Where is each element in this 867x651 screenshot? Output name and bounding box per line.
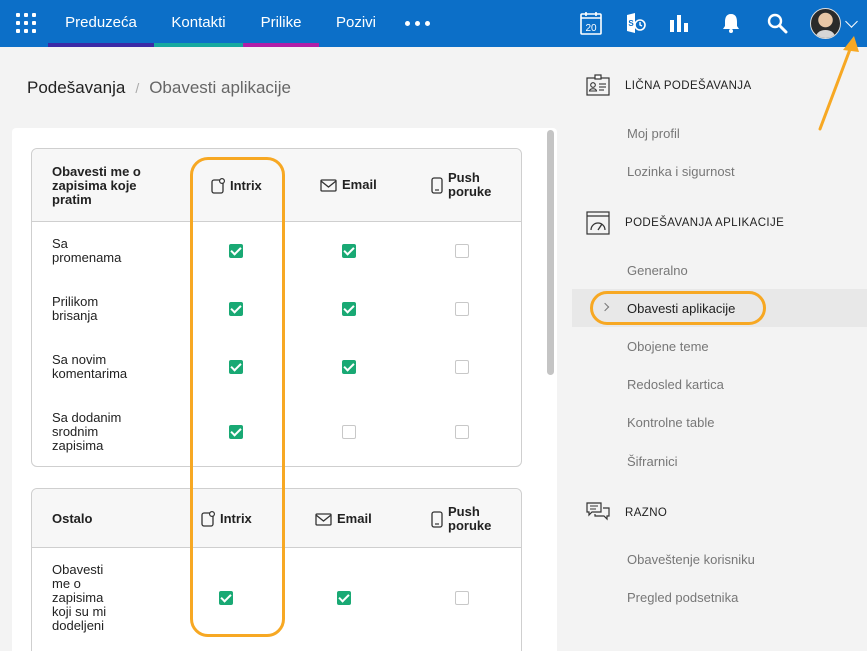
checkbox-sa-dodanim-srodnim-zapisima-intrix[interactable]	[229, 425, 243, 439]
sidebar-item-redosled-kartica[interactable]: Redosled kartica	[627, 377, 724, 392]
column-label: Email	[342, 177, 377, 192]
checkbox-sa-dodanim-srodnim-zapisima-push[interactable]	[455, 425, 469, 439]
sidebar-item-lozinka[interactable]: Lozinka i sigurnost	[627, 164, 735, 179]
mail-icon	[320, 178, 337, 192]
checkbox-sa-novim-komentarima-email[interactable]	[342, 360, 356, 374]
breadcrumb-current: Obavesti aplikacije	[149, 78, 291, 97]
section-podesavanja-aplikacije: PODEŠAVANJA APLIKACIJE	[586, 211, 784, 235]
column-label: Push poruke	[448, 504, 492, 533]
tab-indicator	[243, 43, 319, 47]
notification-table-followed: Obavesti me o zapisima koje pratim Intri…	[31, 148, 522, 467]
avatar[interactable]	[810, 8, 841, 39]
column-email: Email	[315, 512, 372, 526]
id-card-icon	[586, 74, 610, 96]
sidebar-item-obavesti-aplikacije[interactable]: Obavesti aplikacije	[627, 301, 735, 316]
tab-indicator	[154, 43, 243, 47]
chevron-down-icon[interactable]	[845, 15, 858, 28]
mobile-icon	[431, 176, 443, 194]
table-header: Ostalo Intrix Email Push poruke	[32, 489, 521, 548]
checkbox-prilikom-brisanja-email[interactable]	[342, 302, 356, 316]
intrix-icon	[211, 178, 225, 194]
column-push: Push poruke	[431, 171, 498, 199]
column-intrix: Intrix	[201, 511, 252, 527]
section-title: LIČNA PODEŠAVANJA	[625, 80, 752, 92]
apps-grid-icon[interactable]	[16, 13, 36, 33]
svg-text:S: S	[628, 19, 634, 28]
checkbox-sa-promenama-push[interactable]	[455, 244, 469, 258]
tab-prilike[interactable]: Prilike	[243, 0, 319, 47]
chat-bubbles-icon	[586, 502, 610, 521]
tab-label: Pozivi	[335, 14, 376, 31]
checkbox-prilikom-brisanja-push[interactable]	[455, 302, 469, 316]
tab-pozivi[interactable]: Pozivi	[319, 0, 393, 47]
checkbox-dodeljeni-push[interactable]	[455, 591, 469, 605]
row-label: Obavesti me o zapisima koji su mi dodelj…	[52, 562, 107, 633]
gauge-window-icon	[586, 211, 610, 235]
tab-preduzeca[interactable]: Preduzeća	[48, 0, 154, 47]
mail-icon	[315, 512, 332, 526]
checkbox-dodeljeni-intrix[interactable]	[219, 591, 233, 605]
scrollbar-thumb[interactable]	[547, 130, 554, 375]
tab-indicator	[48, 43, 154, 47]
column-label: Push poruke	[448, 170, 492, 199]
tab-kontakti[interactable]: Kontakti	[154, 0, 243, 47]
checkbox-sa-promenama-intrix[interactable]	[229, 244, 243, 258]
sidebar-item-pregled-podsetnika[interactable]: Pregled podsetnika	[627, 590, 738, 605]
breadcrumb-separator: /	[135, 80, 140, 96]
intrix-icon	[201, 511, 215, 527]
column-intrix: Intrix	[211, 178, 262, 194]
sidebar-item-kontrolne-table[interactable]: Kontrolne table	[627, 415, 714, 430]
breadcrumb: Podešavanja / Obavesti aplikacije	[27, 78, 291, 98]
sidebar-item-obojene-teme[interactable]: Obojene teme	[627, 339, 709, 354]
column-label: Email	[337, 511, 372, 526]
notification-table-other: Ostalo Intrix Email Push poruke Obavesti…	[31, 488, 522, 651]
table-title: Obavesti me o zapisima koje pratim	[52, 164, 141, 207]
row-label: Sa promenama	[52, 236, 122, 265]
sidebar-item-obavestenje-korisniku[interactable]: Obaveštenje korisniku	[627, 552, 755, 567]
top-navigation-bar: Preduzeća Kontakti Prilike Pozivi 20 S	[0, 0, 867, 47]
checkbox-sa-dodanim-srodnim-zapisima-email[interactable]	[342, 425, 356, 439]
phone-history-icon[interactable]: S	[624, 12, 646, 34]
search-icon[interactable]	[766, 12, 788, 34]
row-label: Sa novim komentarima	[52, 352, 128, 381]
section-title: PODEŠAVANJA APLIKACIJE	[625, 217, 785, 229]
sidebar-item-sifrarnici[interactable]: Šifrarnici	[627, 454, 678, 469]
checkbox-prilikom-brisanja-intrix[interactable]	[229, 302, 243, 316]
row-label: Sa dodanim srodnim zapisima	[52, 410, 122, 453]
sidebar-item-moj-profil[interactable]: Moj profil	[627, 126, 680, 141]
calendar-day: 20	[585, 23, 597, 34]
section-title: RAZNO	[625, 507, 668, 519]
mobile-icon	[431, 510, 443, 528]
breadcrumb-root[interactable]: Podešavanja	[27, 78, 125, 98]
calendar-icon[interactable]: 20	[580, 11, 602, 35]
more-dots-icon[interactable]	[405, 21, 430, 26]
bell-icon[interactable]	[720, 12, 742, 34]
section-licna-podesavanja: LIČNA PODEŠAVANJA	[586, 74, 752, 98]
table-header: Obavesti me o zapisima koje pratim Intri…	[32, 149, 521, 222]
checkbox-sa-novim-komentarima-intrix[interactable]	[229, 360, 243, 374]
sidebar-item-generalno[interactable]: Generalno	[627, 263, 688, 278]
column-label: Intrix	[220, 511, 252, 526]
tab-label: Prilike	[260, 14, 302, 31]
row-label: Prilikom brisanja	[52, 294, 99, 323]
section-razno: RAZNO	[586, 501, 667, 525]
tab-label: Preduzeća	[65, 14, 137, 31]
checkbox-dodeljeni-email[interactable]	[337, 591, 351, 605]
checkbox-sa-novim-komentarima-push[interactable]	[455, 360, 469, 374]
table-title: Ostalo	[52, 511, 93, 526]
checkbox-sa-promenama-email[interactable]	[342, 244, 356, 258]
tab-label: Kontakti	[171, 14, 226, 31]
column-push: Push poruke	[431, 505, 498, 533]
bar-chart-icon[interactable]	[668, 12, 690, 34]
column-email: Email	[320, 178, 377, 192]
column-label: Intrix	[230, 178, 262, 193]
